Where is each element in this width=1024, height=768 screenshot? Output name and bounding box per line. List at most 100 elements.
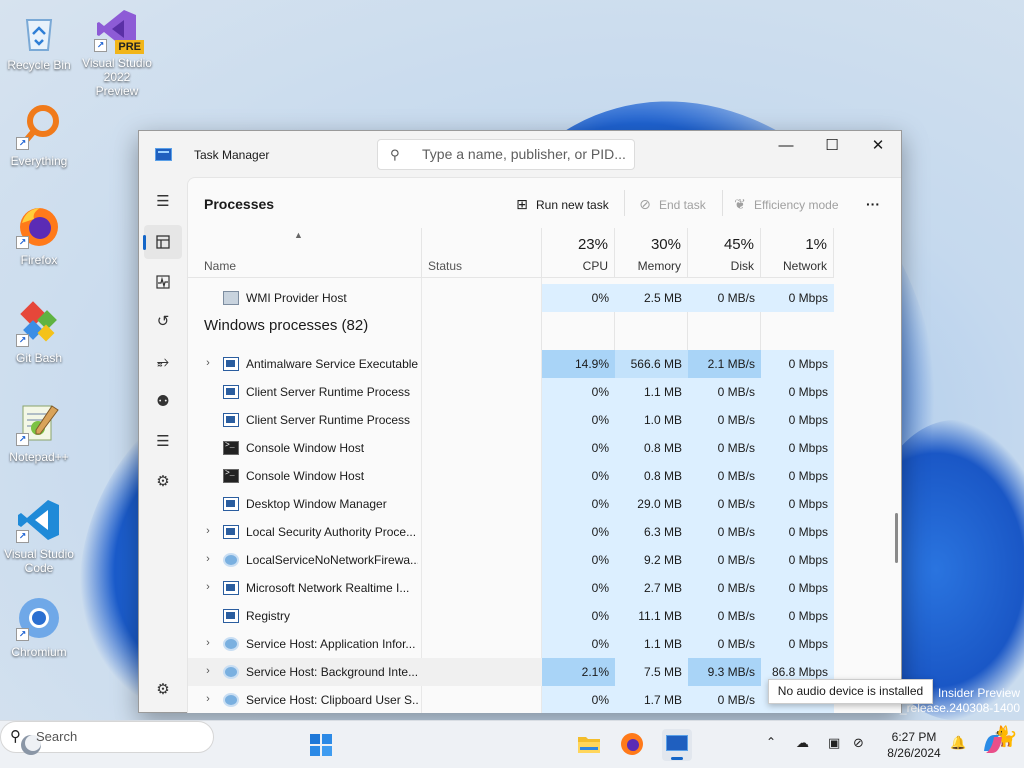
table-row[interactable]: WMI Provider Host 0% 2.5 MB 0 MB/s 0 Mbps — [188, 284, 834, 312]
memory-cell: 29.0 MB — [615, 490, 688, 518]
nav-app-history-icon[interactable]: ↺ — [144, 305, 182, 339]
expand-chevron-icon[interactable]: › — [202, 665, 214, 677]
show-hidden-icons-chevron-icon[interactable]: ⌃ — [766, 735, 776, 749]
firefox-taskbar-icon[interactable] — [619, 731, 645, 757]
column-header-status[interactable]: Status — [422, 228, 542, 278]
window-icon — [223, 357, 239, 371]
process-name: Service Host: Clipboard User S... — [246, 693, 418, 707]
copilot-icon[interactable] — [980, 731, 1006, 757]
memory-cell: 9.2 MB — [615, 546, 688, 574]
disk-cell: 0 MB/s — [688, 574, 761, 602]
table-row[interactable]: Desktop Window Manager 0% 29.0 MB 0 MB/s 0 M… — [188, 490, 834, 518]
vscode-icon: ↗ — [16, 497, 62, 543]
network-cell: 0 Mbps — [761, 284, 834, 312]
onedrive-offline-icon[interactable]: ☁ — [796, 735, 809, 751]
desktop-icon-vscode[interactable]: ↗ Visual Studio Code — [4, 497, 74, 575]
table-row[interactable]: › Service Host: Clipboard User S... 0% 1.7 … — [188, 686, 834, 713]
expand-chevron-icon[interactable]: › — [202, 525, 214, 537]
column-header-memory[interactable]: 30% Memory — [615, 228, 688, 278]
watermark-line1: Insider Preview — [937, 686, 1020, 700]
close-button[interactable]: ✕ — [855, 131, 901, 161]
nav-services-icon[interactable]: ⚙ — [144, 465, 182, 499]
group-header-windows-processes[interactable]: Windows processes (82) — [188, 312, 834, 350]
visual-studio-icon: PRE ↗ — [94, 6, 144, 54]
table-row[interactable]: › Local Security Authority Proce... 0% 6.3 … — [188, 518, 834, 546]
expand-chevron-icon[interactable]: › — [202, 553, 214, 565]
desktop-icon-everything[interactable]: ↗ Everything — [4, 104, 74, 168]
start-button-icon[interactable] — [308, 732, 334, 758]
network-icon[interactable]: ▣ — [828, 735, 840, 751]
column-header-network[interactable]: 1% Network — [761, 228, 834, 278]
table-row[interactable]: Client Server Runtime Process 0% 1.1 MB 0 M… — [188, 378, 834, 406]
desktop-icon-notepad-plus-plus[interactable]: ↗ Notepad++ — [4, 400, 74, 464]
cpu-cell: 0% — [542, 602, 615, 630]
column-header-name[interactable]: ▲ Name — [188, 228, 422, 278]
hamburger-menu-icon[interactable]: ☰ — [144, 185, 182, 219]
file-explorer-icon[interactable] — [576, 731, 602, 757]
table-row[interactable]: › LocalServiceNoNetworkFirewa... 0% 9.2 MB 0… — [188, 546, 834, 574]
efficiency-mode-button[interactable]: ❦ Efficiency mode — [732, 194, 838, 214]
table-row[interactable]: › Service Host: Background Inte... 2.1% 7.5… — [188, 658, 834, 686]
console-icon — [223, 441, 239, 455]
cpu-cell: 0% — [542, 462, 615, 490]
chromium-icon: ↗ — [16, 595, 62, 641]
table-row[interactable]: Console Window Host 0%0.8 MB0 MB/s0 Mbps — [188, 462, 834, 490]
expand-chevron-icon[interactable]: › — [202, 637, 214, 649]
wmi-icon — [223, 291, 239, 305]
expand-chevron-icon[interactable]: › — [202, 693, 214, 705]
more-options-button[interactable]: ··· — [866, 194, 880, 214]
table-row[interactable]: Client Server Runtime Process 0% 1.0 MB 0 M… — [188, 406, 834, 434]
disk-cell: 0 MB/s — [688, 490, 761, 518]
end-task-button[interactable]: ⊘ End task — [637, 194, 706, 214]
nav-startup-apps-icon[interactable]: ⥵ — [144, 345, 182, 379]
notifications-bell-icon[interactable]: 🔔 — [950, 735, 966, 751]
desktop-icon-firefox[interactable]: ↗ Firefox — [4, 203, 74, 267]
network-cell: 0 Mbps — [761, 602, 834, 630]
network-cell: 0 Mbps — [761, 574, 834, 602]
volume-muted-icon[interactable]: ⊘ — [853, 735, 864, 751]
column-header-disk[interactable]: 45% Disk — [688, 228, 761, 278]
end-task-icon: ⊘ — [639, 196, 651, 212]
desktop-icon-visual-studio[interactable]: PRE ↗ Visual Studio 2022 Preview — [82, 6, 152, 98]
recycle-bin-icon — [16, 8, 62, 54]
desktop-icon-chromium[interactable]: ↗ Chromium — [4, 595, 74, 659]
efficiency-leaf-icon: ❦ — [734, 196, 746, 212]
search-box[interactable]: ⚲ — [377, 139, 635, 170]
column-header-cpu[interactable]: 23% CPU — [542, 228, 615, 278]
memory-cell: 1.1 MB — [615, 630, 688, 658]
table-row[interactable]: Registry 0% 11.1 MB 0 MB/s 0 Mbps — [188, 602, 834, 630]
vertical-scrollbar[interactable] — [895, 513, 898, 563]
nav-users-icon[interactable]: ⚉ — [144, 385, 182, 419]
nav-details-icon[interactable]: ☰ — [144, 425, 182, 459]
title-bar[interactable]: Task Manager ⚲ — ☐ ✕ — [139, 131, 901, 177]
nav-processes-icon[interactable] — [143, 225, 182, 259]
column-header-label: Disk — [730, 259, 754, 273]
column-divider — [614, 312, 615, 350]
table-row[interactable]: › Microsoft Network Realtime I... 0% 2.7 MB… — [188, 574, 834, 602]
process-table: ▲ Name Status 23% CPU 30% Memory 45% Dis… — [188, 228, 901, 713]
network-cell: 0 Mbps — [761, 406, 834, 434]
desktop-icon-recycle-bin[interactable]: Recycle Bin — [4, 8, 74, 72]
disk-cell: 0 MB/s — [688, 462, 761, 490]
shortcut-arrow-icon: ↗ — [94, 39, 107, 52]
minimize-button[interactable]: — — [763, 131, 809, 161]
search-input[interactable] — [422, 146, 627, 162]
process-name: Service Host: Application Infor... — [246, 637, 416, 651]
expand-chevron-icon[interactable]: › — [202, 581, 214, 593]
table-row[interactable]: › Service Host: Application Infor... 0% 1.1… — [188, 630, 834, 658]
gear-icon — [223, 665, 239, 679]
expand-chevron-icon[interactable]: › — [202, 357, 214, 369]
run-new-task-button[interactable]: ⊞ Run new task — [514, 194, 609, 214]
column-header-label: Memory — [637, 259, 681, 273]
nav-performance-icon[interactable] — [144, 265, 182, 299]
git-bash-icon: ↗ — [16, 301, 62, 347]
system-clock[interactable]: 6:27 PM 8/26/2024 — [880, 729, 948, 761]
task-manager-taskbar-button[interactable] — [662, 729, 692, 761]
table-row[interactable]: › Antimalware Service Executable 14.9% 566.… — [188, 350, 834, 378]
nav-settings-icon[interactable]: ⚙ — [144, 673, 182, 707]
cpu-cell: 0% — [542, 518, 615, 546]
maximize-button[interactable]: ☐ — [809, 131, 855, 161]
table-row[interactable]: Console Window Host 0%0.8 MB0 MB/s0 Mbps — [188, 434, 834, 462]
window-icon — [223, 413, 239, 427]
desktop-icon-git-bash[interactable]: ↗ Git Bash — [4, 301, 74, 365]
